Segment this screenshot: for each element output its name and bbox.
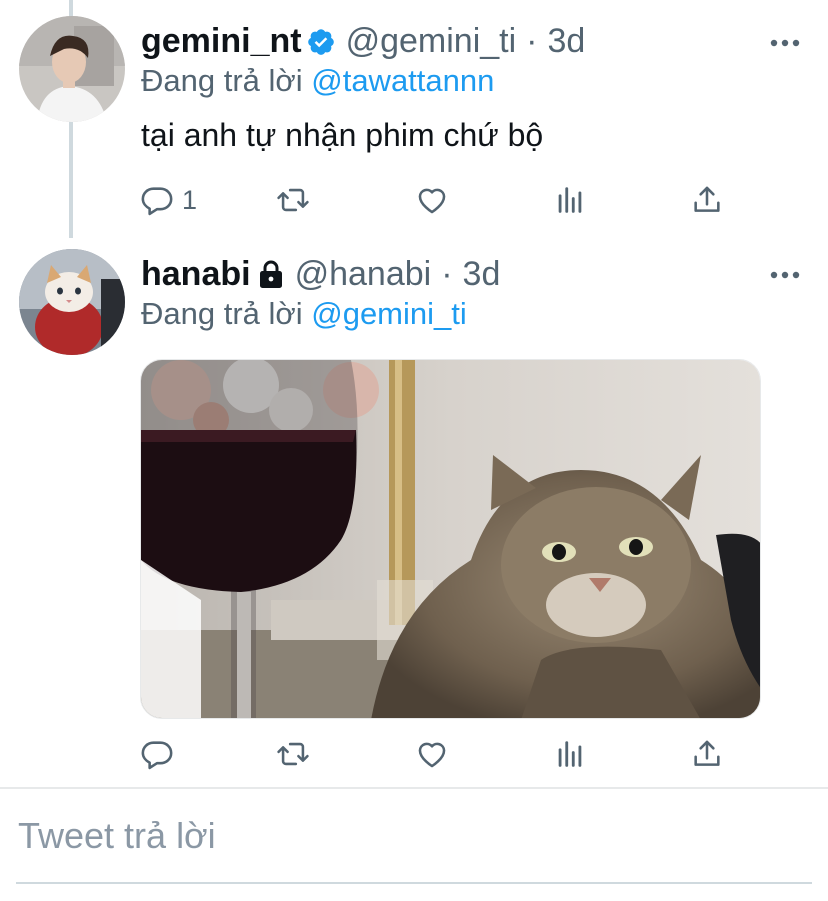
share-icon [694, 740, 720, 766]
cat-wine-photo-icon [141, 360, 760, 718]
like-button[interactable] [415, 180, 449, 220]
reply-icon [141, 741, 173, 770]
tweet-text: tại anh tự nhận phim chứ bộ [141, 117, 544, 153]
replying-to: Đang trả lời @gemini_ti [141, 295, 467, 333]
tweet-actions: 1 [140, 180, 740, 220]
timestamp[interactable]: 3d [463, 254, 501, 294]
more-options-icon[interactable] [770, 35, 800, 47]
tweet-header: gemini_nt @gemini_ti · 3d [141, 21, 585, 61]
retweet-icon [277, 742, 309, 766]
avatar-photo-icon [19, 16, 125, 122]
heart-icon [418, 188, 446, 214]
reply-input-underline [16, 882, 812, 884]
protected-lock-icon [257, 258, 285, 290]
share-button[interactable] [690, 180, 724, 220]
avatar[interactable] [19, 16, 125, 122]
reply-input[interactable] [18, 812, 813, 860]
retweet-button[interactable] [276, 180, 310, 220]
divider [0, 787, 828, 789]
tweet-actions [140, 734, 740, 774]
user-handle[interactable]: @gemini_ti [346, 21, 517, 61]
retweet-icon [277, 188, 309, 212]
replying-to: Đang trả lời @tawattannn [141, 62, 494, 100]
cat-avatar-icon [19, 249, 125, 355]
reply-button[interactable] [140, 734, 174, 774]
reply-button[interactable]: 1 [140, 180, 197, 220]
like-button[interactable] [415, 734, 449, 774]
avatar[interactable] [19, 249, 125, 355]
reply-icon [141, 187, 173, 216]
retweet-button[interactable] [276, 734, 310, 774]
tweet-media-image[interactable] [140, 359, 761, 719]
heart-icon [418, 742, 446, 768]
separator-dot: · [441, 255, 453, 293]
analytics-icon [558, 187, 582, 213]
tweet-gemini[interactable]: gemini_nt @gemini_ti · 3d Đang trả lời @… [0, 0, 828, 238]
replying-to-label: Đang trả lời [141, 296, 312, 331]
mention-link[interactable]: @tawattannn [311, 63, 494, 98]
share-icon [694, 186, 720, 212]
timestamp[interactable]: 3d [548, 21, 586, 61]
verified-badge-icon [306, 26, 336, 56]
display-name[interactable]: gemini_nt [141, 21, 302, 61]
analytics-icon [558, 741, 582, 767]
more-options-icon[interactable] [770, 267, 800, 279]
display-name[interactable]: hanabi [141, 254, 251, 294]
user-handle[interactable]: @hanabi [295, 254, 432, 294]
share-button[interactable] [690, 734, 724, 774]
analytics-button[interactable] [553, 180, 587, 220]
replying-to-label: Đang trả lời [141, 63, 312, 98]
separator-dot: · [526, 22, 538, 60]
mention-link[interactable]: @gemini_ti [311, 296, 467, 331]
tweet-header: hanabi @hanabi · 3d [141, 254, 500, 294]
reply-count: 1 [182, 184, 198, 215]
analytics-button[interactable] [553, 734, 587, 774]
